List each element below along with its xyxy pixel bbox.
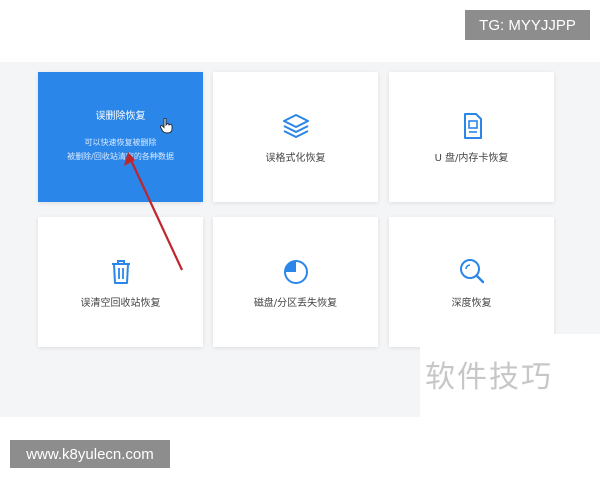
- option-label: U 盘/内存卡恢复: [434, 152, 509, 164]
- option-card-deleted-recovery[interactable]: 误删除恢复 可以快速恢复被删除 被删除/回收站清空的各种数据: [38, 72, 203, 202]
- sd-card-icon: [463, 112, 482, 139]
- option-description: 可以快速恢复被删除 被删除/回收站清空的各种数据: [67, 136, 174, 164]
- option-card-recycle-bin-recovery[interactable]: 误清空回收站恢复: [38, 217, 203, 347]
- site-watermark: www.k8yulecn.com: [10, 440, 170, 468]
- hand-cursor-icon: [160, 118, 173, 134]
- option-card-format-recovery[interactable]: 误格式化恢复: [213, 72, 378, 202]
- option-label: 误格式化恢复: [265, 152, 326, 164]
- option-label: 误清空回收站恢复: [80, 297, 161, 309]
- option-description-line1: 可以快速恢复被删除: [84, 138, 157, 147]
- tg-watermark: TG: MYYJJPP: [465, 10, 590, 40]
- search-icon: [459, 258, 484, 283]
- option-card-deep-recovery[interactable]: 深度恢复: [389, 217, 554, 347]
- option-label: 误删除恢复: [95, 111, 146, 122]
- option-label: 磁盘/分区丢失恢复: [253, 297, 338, 309]
- trash-icon: [111, 259, 130, 284]
- layers-icon: [282, 113, 309, 138]
- corner-watermark-text: 软件技巧: [425, 360, 553, 395]
- option-card-usb-card-recovery[interactable]: U 盘/内存卡恢复: [389, 72, 554, 202]
- pie-disk-icon: [283, 259, 308, 284]
- option-description-line2: 被删除/回收站清空的各种数据: [67, 152, 174, 161]
- option-card-partition-recovery[interactable]: 磁盘/分区丢失恢复: [213, 217, 378, 347]
- option-label: 深度恢复: [451, 297, 492, 309]
